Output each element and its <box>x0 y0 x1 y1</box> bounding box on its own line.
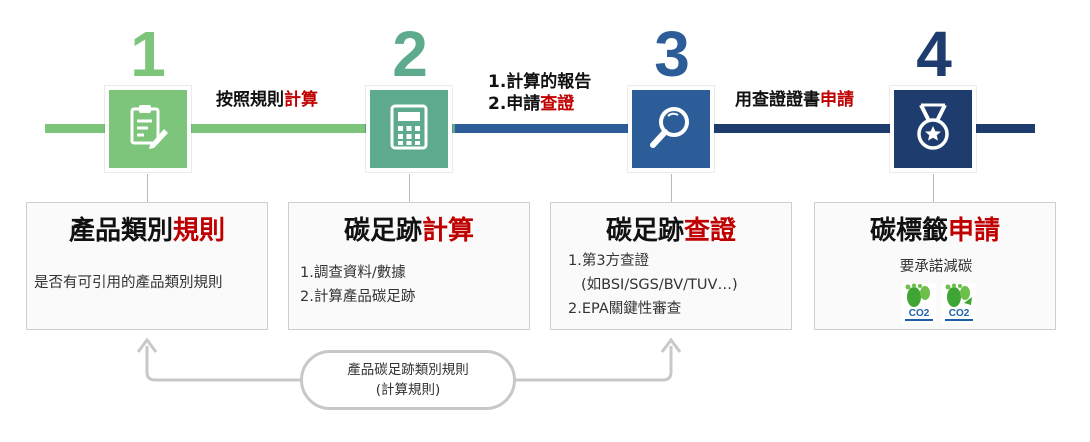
card-line: 1.第3方查證 <box>568 253 650 269</box>
clipboard-pen-icon <box>126 103 170 155</box>
svg-text:CO2: CO2 <box>909 308 930 319</box>
segment-label-1-2: 按照規則計算 <box>216 90 318 110</box>
card-title: 碳足跡查證 <box>605 216 737 246</box>
step-number-3: 3 <box>654 18 690 90</box>
step-node-1 <box>105 86 191 172</box>
card-title: 碳標籤申請 <box>869 216 1001 246</box>
step-card-4: 碳標籤申請 要承諾減碳 CO2 CO2 <box>814 202 1056 330</box>
connector-3 <box>671 174 672 202</box>
carbon-footprint-label-icon: CO2 <box>902 283 936 323</box>
footer-rule-pill: 產品碳足跡類別規則 (計算規則) <box>300 350 516 410</box>
step-card-3: 碳足跡查證 1.第3方查證 (如BSI/SGS/BV/TUV…) 2.EPA關鍵… <box>550 202 792 330</box>
card-line: 2.計算產品碳足跡 <box>300 289 416 305</box>
segment-label-2-3: 1.計算的報告 2.申請查證 <box>488 72 592 114</box>
step-node-4 <box>890 86 976 172</box>
calculator-icon <box>390 104 428 154</box>
footer-line-2: (計算規則) <box>375 382 441 398</box>
connector-2 <box>409 174 410 202</box>
connector-1 <box>147 174 148 202</box>
svg-text:CO2: CO2 <box>949 308 970 319</box>
step-node-2 <box>366 86 452 172</box>
segment-label-3-4: 用查證證書申請 <box>735 90 854 110</box>
card-line: 2.EPA關鍵性審查 <box>568 301 682 317</box>
magnifier-icon <box>648 104 694 154</box>
carbon-footprint-reduction-label-icon: CO2 <box>942 283 976 323</box>
timeline-bar-1 <box>45 124 365 133</box>
card-line: 1.調查資料/數據 <box>300 265 406 281</box>
card-title: 碳足跡計算 <box>343 216 475 246</box>
card-line: 要承諾減碳 <box>899 259 973 275</box>
footer-line-1: 產品碳足跡類別規則 <box>347 362 469 378</box>
card-line: (如BSI/SGS/BV/TUV…) <box>581 277 738 293</box>
step-node-3 <box>628 86 714 172</box>
card-line: 是否有可引用的產品類別規則 <box>34 275 223 291</box>
timeline-bar-3 <box>455 124 630 133</box>
connector-4 <box>933 174 934 202</box>
step-number-2: 2 <box>392 18 428 90</box>
medal-icon <box>913 103 953 155</box>
step-card-1: 產品類別規則 是否有可引用的產品類別規則 <box>26 202 268 330</box>
step-card-2: 碳足跡計算 1.調查資料/數據 2.計算產品碳足跡 <box>288 202 530 330</box>
card-title: 產品類別規則 <box>68 216 226 246</box>
step-number-1: 1 <box>130 18 166 90</box>
step-number-4: 4 <box>916 18 952 90</box>
